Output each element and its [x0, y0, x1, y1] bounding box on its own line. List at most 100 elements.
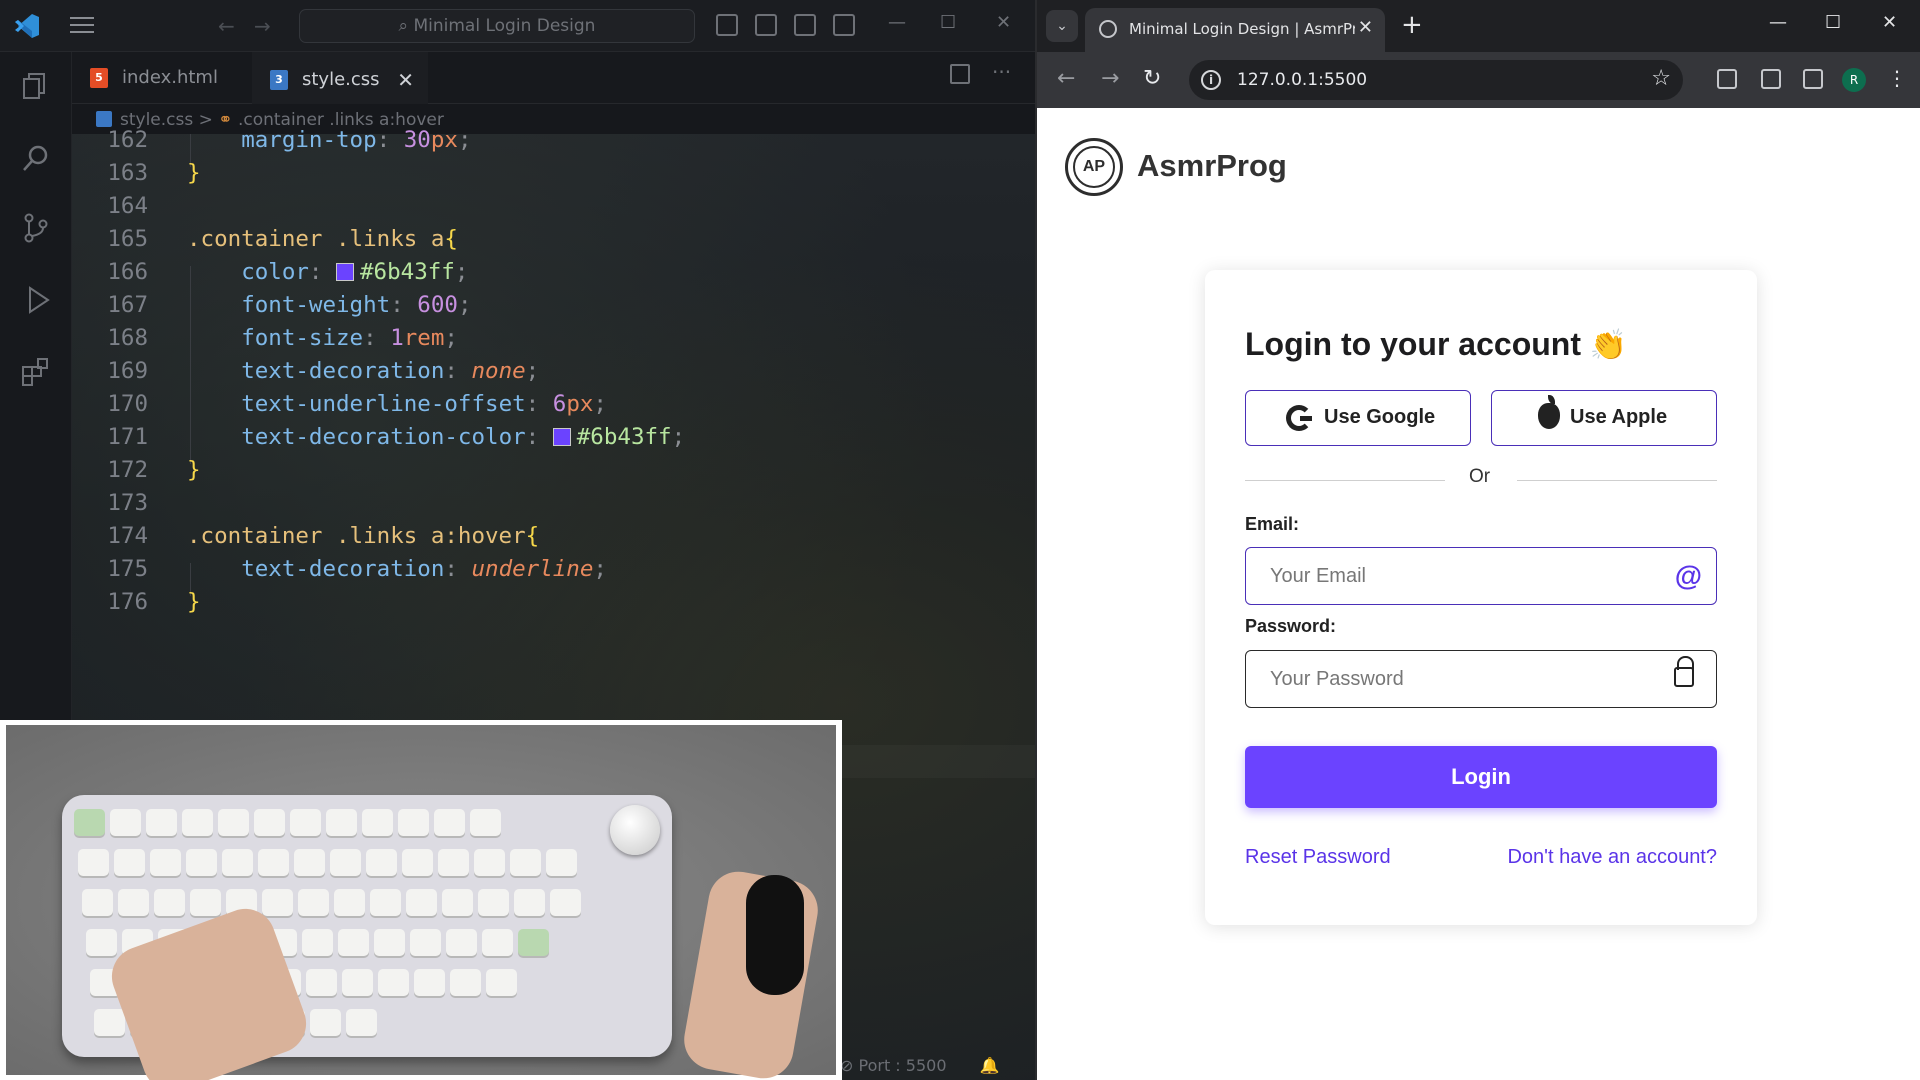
line-number: 173	[107, 490, 148, 516]
code-text: text-decoration-color: #6b43ff;	[241, 424, 686, 450]
command-center-search[interactable]: ⌕ Minimal Login Design	[299, 9, 695, 43]
login-button[interactable]: Login	[1245, 746, 1717, 808]
google-icon	[1286, 405, 1312, 431]
search-icon: ⌕	[398, 16, 414, 36]
extensions-icon[interactable]	[1761, 69, 1781, 89]
tab-index-html[interactable]: 5 index.html	[72, 52, 250, 104]
lock-icon	[1674, 656, 1694, 687]
keycap	[74, 809, 105, 836]
password-label: Password:	[1245, 616, 1337, 636]
new-tab-icon[interactable]: +	[1401, 10, 1423, 40]
side-panel-icon[interactable]	[1803, 69, 1823, 89]
code-text: color: #6b43ff;	[241, 259, 469, 285]
keycap	[150, 849, 181, 876]
code-text: font-weight: 600;	[241, 292, 472, 318]
close-window-icon[interactable]: ✕	[1882, 12, 1897, 33]
tab-search-dropdown-icon[interactable]: ⌄	[1046, 10, 1078, 42]
close-tab-icon[interactable]: ✕	[1358, 17, 1373, 38]
maximize-icon[interactable]: ☐	[1825, 12, 1841, 33]
keycap	[518, 929, 549, 956]
port-text: Port : 5500	[858, 1056, 947, 1075]
extensions-icon[interactable]	[20, 356, 52, 388]
notifications-bell-icon[interactable]: 🔔	[980, 1056, 1000, 1075]
close-window-icon[interactable]: ✕	[996, 12, 1011, 33]
keycap	[510, 849, 541, 876]
forward-arrow-icon[interactable]: →	[254, 14, 271, 38]
keycap	[326, 809, 357, 836]
more-actions-icon[interactable]: ···	[992, 60, 1011, 84]
code-text: text-decoration: none;	[241, 358, 540, 384]
site-info-icon[interactable]: i	[1201, 70, 1221, 90]
minimize-icon[interactable]: —	[1769, 12, 1787, 33]
keycap	[410, 929, 441, 956]
status-bar-port[interactable]: ⊘ Port : 5500 🔔	[840, 1052, 1035, 1080]
reset-password-link[interactable]: Reset Password	[1245, 846, 1391, 869]
minimize-icon[interactable]: —	[888, 12, 906, 33]
line-number: 162	[107, 127, 148, 153]
bookmark-star-icon[interactable]: ☆	[1651, 66, 1671, 91]
keycap	[406, 889, 437, 916]
line-number: 170	[107, 391, 148, 417]
toggle-panel-icon[interactable]	[755, 14, 777, 36]
keycap	[330, 849, 361, 876]
explorer-icon[interactable]	[20, 70, 52, 102]
email-field: @	[1245, 547, 1717, 605]
code-text: }	[187, 160, 201, 186]
email-label: Email:	[1245, 514, 1300, 534]
keycap	[402, 849, 433, 876]
browser-tab-strip: ⌄ Minimal Login Design | AsmrProg ✕ + — …	[1037, 0, 1920, 52]
keycap	[514, 889, 545, 916]
tab-label: index.html	[122, 67, 218, 88]
browser-menu-icon[interactable]: ⋮	[1887, 66, 1907, 90]
vscode-window: ← → ⌕ Minimal Login Design — ☐ ✕ 5 index…	[0, 0, 1035, 1080]
maximize-icon[interactable]: ☐	[940, 12, 956, 33]
html5-icon: 5	[90, 68, 108, 88]
brand-name: AsmrProg	[1137, 148, 1287, 183]
css3-icon: 3	[270, 70, 288, 90]
use-apple-button[interactable]: Use Apple	[1491, 390, 1717, 446]
clapping-hands-icon: 👏	[1589, 329, 1628, 362]
back-icon[interactable]: ←	[1057, 66, 1075, 91]
reload-icon[interactable]: ↻	[1143, 66, 1161, 91]
hamburger-menu-icon[interactable]	[70, 17, 94, 35]
keycap	[338, 929, 369, 956]
back-arrow-icon[interactable]: ←	[218, 14, 235, 38]
close-tab-icon[interactable]: ✕	[397, 54, 414, 106]
run-debug-icon[interactable]	[20, 284, 52, 316]
keycap	[190, 889, 221, 916]
password-input[interactable]	[1246, 651, 1666, 707]
keycap	[366, 849, 397, 876]
browser-window: ⌄ Minimal Login Design | AsmrProg ✕ + — …	[1035, 0, 1920, 1080]
keycap	[294, 849, 325, 876]
profile-avatar[interactable]: R	[1842, 68, 1866, 92]
search-sidebar-icon[interactable]	[20, 142, 52, 174]
url-text: 127.0.0.1:5500	[1237, 70, 1368, 90]
keycap	[370, 889, 401, 916]
tab-style-css[interactable]: 3 style.css ✕	[252, 52, 428, 104]
keycap	[154, 889, 185, 916]
address-bar[interactable]: i 127.0.0.1:5500 ☆	[1189, 60, 1683, 100]
split-editor-icon[interactable]	[950, 64, 970, 84]
keycap	[342, 969, 373, 996]
forward-icon[interactable]: →	[1101, 66, 1119, 91]
code-text: font-size: 1rem;	[241, 325, 458, 351]
customize-layout-icon[interactable]	[833, 14, 855, 36]
screenshot-icon[interactable]	[1717, 69, 1737, 89]
keycap	[78, 849, 109, 876]
email-input[interactable]	[1246, 548, 1666, 604]
toggle-secondary-sidebar-icon[interactable]	[794, 14, 816, 36]
signup-link[interactable]: Don't have an account?	[1507, 846, 1717, 869]
keycap	[446, 929, 477, 956]
divider	[1245, 480, 1445, 481]
code-text: .container .links a:hover{	[187, 523, 540, 549]
code-text: text-decoration: underline;	[241, 556, 607, 582]
source-control-icon[interactable]	[20, 212, 52, 244]
keycap	[290, 809, 321, 836]
toggle-primary-sidebar-icon[interactable]	[716, 14, 738, 36]
keycap	[478, 889, 509, 916]
use-google-button[interactable]: Use Google	[1245, 390, 1471, 446]
login-title: Login to your account 👏	[1245, 326, 1628, 362]
vscode-logo-icon	[15, 14, 39, 38]
browser-tab-active[interactable]: Minimal Login Design | AsmrProg ✕	[1085, 8, 1385, 52]
keycap	[262, 889, 293, 916]
